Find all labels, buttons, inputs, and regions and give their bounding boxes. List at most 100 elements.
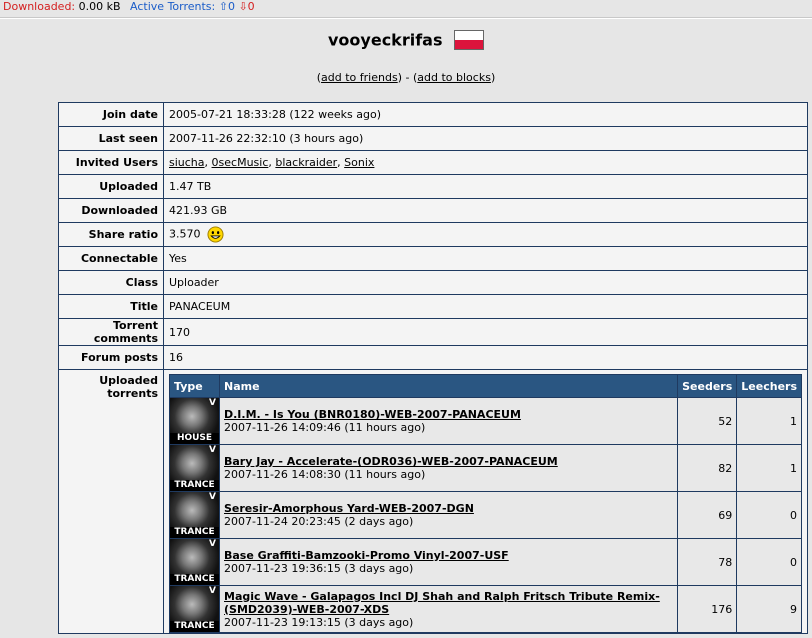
share-ratio-label: Share ratio bbox=[58, 222, 164, 247]
separator: - bbox=[402, 71, 413, 84]
uploaded-torrents-row: Uploaded torrents Type Name Seeders Leec… bbox=[58, 369, 808, 634]
category-thumbnail[interactable]: V TRANCE bbox=[170, 445, 219, 491]
v-icon: V bbox=[209, 586, 216, 596]
downloaded-value: 421.93 GB bbox=[163, 198, 808, 223]
seeders-count: 52 bbox=[677, 397, 738, 445]
category-thumbnail[interactable]: V TRANCE bbox=[170, 586, 219, 632]
v-icon: V bbox=[209, 445, 216, 455]
torrent-name-link[interactable]: Seresir-Amorphous Yard-WEB-2007-DGN bbox=[224, 502, 673, 515]
torrent-date: 2007-11-23 19:13:15 (3 days ago) bbox=[224, 615, 414, 629]
connectable-row: Connectable Yes bbox=[58, 246, 808, 271]
category-thumbnail[interactable]: V HOUSE bbox=[170, 398, 219, 444]
uploaded-torrents-table: Type Name Seeders Leechers V HOUSE D.I.M.… bbox=[169, 374, 802, 633]
v-icon: V bbox=[209, 492, 216, 502]
top-divider bbox=[0, 17, 812, 19]
torrent-date: 2007-11-26 14:08:30 (11 hours ago) bbox=[224, 468, 426, 481]
category-label: TRANCE bbox=[170, 621, 219, 632]
invited-user-link[interactable]: 0secMusic bbox=[212, 156, 269, 169]
torrent-name-link[interactable]: Base Graffiti-Bamzooki-Promo Vinyl-2007-… bbox=[224, 549, 673, 562]
torrent-row: V TRANCE Bary Jay - Accelerate-(ODR036)-W… bbox=[169, 444, 802, 492]
leechers-count: 1 bbox=[736, 397, 802, 445]
type-column-header: Type bbox=[169, 374, 220, 398]
category-label: TRANCE bbox=[170, 574, 219, 585]
downloaded-row: Downloaded 421.93 GB bbox=[58, 198, 808, 223]
last-seen-value: 2007-11-26 22:32:10 (3 hours ago) bbox=[163, 126, 808, 151]
torrent-name-link[interactable]: Magic Wave - Galapagos Incl DJ Shah and … bbox=[224, 590, 673, 616]
uploaded-label: Uploaded bbox=[58, 174, 164, 199]
torrents-header-row: Type Name Seeders Leechers bbox=[169, 374, 802, 398]
active-down-count: ⇩0 bbox=[238, 0, 255, 13]
torrent-row: V TRANCE Magic Wave - Galapagos Incl DJ S… bbox=[169, 585, 802, 633]
torrent-comments-row: Torrent comments 170 bbox=[58, 318, 808, 346]
torrent-name-cell: Base Graffiti-Bamzooki-Promo Vinyl-2007-… bbox=[218, 538, 679, 586]
category-label: TRANCE bbox=[170, 480, 219, 491]
category-cell[interactable]: V TRANCE bbox=[169, 538, 220, 586]
active-torrents-label: Active Torrents: bbox=[130, 0, 216, 13]
category-label: TRANCE bbox=[170, 527, 219, 538]
join-date-label: Join date bbox=[58, 102, 164, 127]
share-ratio-row: Share ratio 3.570 bbox=[58, 222, 808, 247]
seeders-count: 78 bbox=[677, 538, 738, 586]
add-to-blocks-link[interactable]: add to blocks bbox=[417, 71, 491, 84]
seeders-count: 176 bbox=[677, 585, 738, 633]
invited-users-list: siucha, 0secMusic, blackraider, Sonix bbox=[163, 150, 808, 175]
uploaded-value: 1.47 TB bbox=[163, 174, 808, 199]
seeders-count: 69 bbox=[677, 491, 738, 539]
torrent-name-link[interactable]: D.I.M. - Is You (BNR0180)-WEB-2007-PANAC… bbox=[224, 408, 673, 421]
title-label: Title bbox=[58, 294, 164, 319]
category-cell[interactable]: V TRANCE bbox=[169, 491, 220, 539]
last-seen-row: Last seen 2007-11-26 22:32:10 (3 hours a… bbox=[58, 126, 808, 151]
torrent-name-cell: Seresir-Amorphous Yard-WEB-2007-DGN 2007-… bbox=[218, 491, 679, 539]
category-cell[interactable]: V HOUSE bbox=[169, 397, 220, 445]
invited-users-row: Invited Users siucha, 0secMusic, blackra… bbox=[58, 150, 808, 175]
title-row: Title PANACEUM bbox=[58, 294, 808, 319]
torrent-name-cell: Bary Jay - Accelerate-(ODR036)-WEB-2007-… bbox=[218, 444, 679, 492]
downloaded-value: 0.00 kB bbox=[78, 0, 121, 13]
seeders-column-header: Seeders bbox=[677, 374, 738, 398]
torrent-name-cell: Magic Wave - Galapagos Incl DJ Shah and … bbox=[218, 585, 679, 633]
torrent-date: 2007-11-23 19:36:15 (3 days ago) bbox=[224, 562, 414, 575]
invited-user-link[interactable]: Sonix bbox=[344, 156, 374, 169]
join-date-value: 2005-07-21 18:33:28 (122 weeks ago) bbox=[163, 102, 808, 127]
torrent-date: 2007-11-24 20:23:45 (2 days ago) bbox=[224, 515, 414, 528]
torrent-row: V TRANCE Base Graffiti-Bamzooki-Promo Vin… bbox=[169, 538, 802, 586]
torrent-comments-label: Torrent comments bbox=[58, 318, 164, 346]
seeders-count: 82 bbox=[677, 444, 738, 492]
torrent-comments-value: 170 bbox=[163, 318, 808, 346]
add-to-friends-link[interactable]: add to friends bbox=[321, 71, 398, 84]
username: vooyeckrifas bbox=[328, 30, 443, 50]
category-label: HOUSE bbox=[170, 433, 219, 444]
invited-user-link[interactable]: siucha bbox=[169, 156, 205, 169]
category-thumbnail[interactable]: V TRANCE bbox=[170, 539, 219, 585]
v-icon: V bbox=[209, 398, 216, 408]
category-cell[interactable]: V TRANCE bbox=[169, 444, 220, 492]
poland-flag-icon bbox=[453, 30, 484, 50]
class-value: Uploader bbox=[163, 270, 808, 295]
forum-posts-value: 16 bbox=[163, 345, 808, 370]
forum-posts-label: Forum posts bbox=[58, 345, 164, 370]
leechers-column-header: Leechers bbox=[736, 374, 802, 398]
user-info-table: Join date 2005-07-21 18:33:28 (122 weeks… bbox=[58, 102, 808, 634]
status-bar: Downloaded: 0.00 kB Active Torrents: ⇧0 … bbox=[0, 0, 812, 14]
profile-actions: (add to friends) - (add to blocks) bbox=[0, 71, 812, 84]
connectable-label: Connectable bbox=[58, 246, 164, 271]
leechers-count: 0 bbox=[736, 491, 802, 539]
uploaded-row: Uploaded 1.47 TB bbox=[58, 174, 808, 199]
uploaded-torrents-cell: Type Name Seeders Leechers V HOUSE D.I.M.… bbox=[163, 369, 808, 634]
forum-posts-row: Forum posts 16 bbox=[58, 345, 808, 370]
torrent-name-link[interactable]: Bary Jay - Accelerate-(ODR036)-WEB-2007-… bbox=[224, 455, 673, 468]
smiley-icon bbox=[206, 226, 224, 243]
name-column-header: Name bbox=[218, 374, 679, 398]
profile-header: vooyeckrifas bbox=[0, 30, 812, 50]
v-icon: V bbox=[209, 539, 216, 549]
category-cell[interactable]: V TRANCE bbox=[169, 585, 220, 633]
torrent-date: 2007-11-26 14:09:46 (11 hours ago) bbox=[224, 421, 426, 434]
torrent-row: V HOUSE D.I.M. - Is You (BNR0180)-WEB-200… bbox=[169, 397, 802, 445]
downloaded-label: Downloaded: bbox=[3, 0, 76, 13]
connectable-value: Yes bbox=[163, 246, 808, 271]
active-up-count: ⇧0 bbox=[218, 0, 235, 13]
join-date-row: Join date 2005-07-21 18:33:28 (122 weeks… bbox=[58, 102, 808, 127]
category-thumbnail[interactable]: V TRANCE bbox=[170, 492, 219, 538]
invited-user-link[interactable]: blackraider bbox=[275, 156, 337, 169]
share-ratio-cell: 3.570 bbox=[163, 222, 808, 247]
